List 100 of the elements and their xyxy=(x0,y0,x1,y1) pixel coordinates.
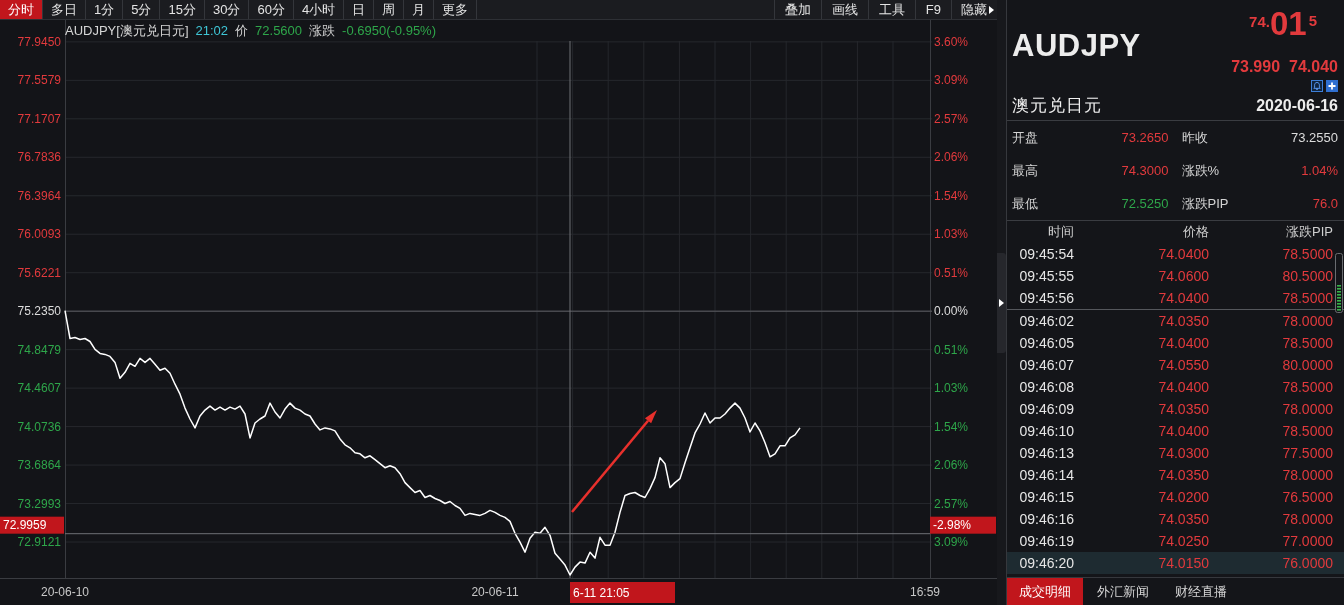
axis-label: 75.6221 xyxy=(17,265,61,280)
stat-value: 76.0 xyxy=(1312,196,1338,211)
column-header: 涨跌PIP xyxy=(1285,223,1333,241)
change-caption: 涨跌 xyxy=(309,22,336,39)
column-header: 价格 xyxy=(1182,223,1209,241)
period-tab[interactable]: 周 xyxy=(374,0,405,19)
stat-label: 最高 xyxy=(1012,161,1038,180)
caret-right-icon xyxy=(999,298,1004,307)
period-tab[interactable]: 日 xyxy=(344,0,375,19)
table-row[interactable]: 09:46:19 74.0250 77.0000 xyxy=(1007,530,1344,552)
axis-label: 75.2350 xyxy=(17,304,61,319)
table-cell-text: 09:46:05 xyxy=(1018,335,1074,351)
crosshair-price-label: 72.9959 xyxy=(0,516,64,534)
quote-date: 2020-06-16 xyxy=(1256,96,1338,115)
tab[interactable]: 财经直播 xyxy=(1163,578,1239,605)
table-cell-text: 09:46:10 xyxy=(1018,423,1074,439)
table-row[interactable]: 09:46:08 74.0400 78.5000 xyxy=(1007,376,1344,398)
stat-value: 72.5250 xyxy=(1121,196,1169,211)
table-cell-text: 09:46:15 xyxy=(1018,489,1074,505)
table-cell-text: 74.0600 xyxy=(1157,268,1209,284)
price-caption: 价 xyxy=(235,22,249,39)
bell-icon[interactable] xyxy=(1311,80,1323,92)
table-row[interactable]: 09:45:55 74.0600 80.5000 xyxy=(1007,265,1344,287)
table-cell-text: 09:45:54 xyxy=(1018,246,1074,262)
crosshair-time-label: 6-11 21:05 xyxy=(570,582,675,603)
panel-toggle-button[interactable] xyxy=(997,252,1006,353)
table-row[interactable]: 09:46:07 74.0550 80.0000 xyxy=(1007,354,1344,376)
ask-price: 74.040 xyxy=(1289,59,1338,75)
axis-label: 72.9121 xyxy=(17,535,61,549)
chart-price: 72.5600 xyxy=(255,22,303,39)
axis-label: 0.00% xyxy=(934,304,969,319)
table-cell-text: 09:46:09 xyxy=(1018,401,1074,417)
table-row[interactable]: 09:45:54 74.0400 78.5000 xyxy=(1007,243,1344,265)
table-row[interactable]: 09:46:16 74.0350 78.0000 xyxy=(1007,508,1344,530)
tab[interactable]: 成交明细 xyxy=(1007,578,1083,605)
axis-label: 1.03% xyxy=(934,227,969,242)
axis-label: 74.4607 xyxy=(17,381,61,396)
table-cell-text: 74.0350 xyxy=(1157,313,1209,329)
table-cell-text: 74.0150 xyxy=(1157,555,1209,571)
period-tab[interactable]: 月 xyxy=(404,0,435,19)
table-row[interactable]: 09:46:13 74.0300 77.5000 xyxy=(1007,442,1344,464)
stat-label: 开盘 xyxy=(1012,128,1038,147)
axis-label: 77.5579 xyxy=(17,73,61,88)
axis-label: 74.0736 xyxy=(17,419,61,434)
stat-label: 涨跌PIP xyxy=(1181,194,1229,213)
table-row[interactable]: 09:46:20 74.0150 76.0000 xyxy=(1007,552,1344,574)
period-tab[interactable]: 更多 xyxy=(434,0,478,19)
tool-button[interactable]: F9 xyxy=(914,0,951,19)
tool-button[interactable]: 叠加 xyxy=(773,0,821,19)
period-tab[interactable]: 1分 xyxy=(86,0,124,19)
axis-label: 76.7836 xyxy=(17,150,61,165)
table-cell-text: 77.0000 xyxy=(1281,533,1333,549)
stat-value: 74.3000 xyxy=(1121,163,1169,178)
table-cell-text: 09:45:55 xyxy=(1018,268,1074,284)
table-cell-text: 80.0000 xyxy=(1281,357,1333,373)
axis-label: 3.60% xyxy=(934,34,969,49)
axis-label: 0.51% xyxy=(934,265,969,280)
axis-label: 3.09% xyxy=(934,535,969,549)
table-row[interactable]: 09:46:05 74.0400 78.5000 xyxy=(1007,332,1344,354)
tool-button[interactable]: 画线 xyxy=(820,0,868,19)
axis-label: 76.3964 xyxy=(17,188,61,203)
period-tab[interactable]: 分时 xyxy=(0,0,43,19)
period-tab[interactable]: 15分 xyxy=(160,0,205,19)
chart-change: -0.6950(-0.95%) xyxy=(342,22,436,39)
axis-label: 3.09% xyxy=(934,73,969,88)
axis-label: 16:59 xyxy=(910,585,940,599)
table-cell-text: 78.5000 xyxy=(1281,379,1333,395)
table-row[interactable]: 09:46:15 74.0200 76.5000 xyxy=(1007,486,1344,508)
table-row[interactable]: 09:46:10 74.0400 78.5000 xyxy=(1007,420,1344,442)
table-cell-text: 74.0550 xyxy=(1157,357,1209,373)
axis-label: 74.8479 xyxy=(17,342,61,357)
stat-value: 73.2650 xyxy=(1121,130,1169,145)
table-cell-text: 74.0400 xyxy=(1157,335,1209,351)
stat-value: 1.04% xyxy=(1301,163,1338,178)
axis-label: 1.54% xyxy=(934,419,969,434)
axis-label: 20-06-10 xyxy=(41,585,89,599)
table-row[interactable]: 09:46:02 74.0350 78.0000 xyxy=(1007,310,1344,332)
table-cell-text: 78.0000 xyxy=(1281,511,1333,527)
plus-icon[interactable] xyxy=(1326,80,1338,92)
table-row[interactable]: 09:46:14 74.0350 78.0000 xyxy=(1007,464,1344,486)
axis-label: 20-06-11 xyxy=(471,585,519,599)
ref-line-label: 72.9959 xyxy=(3,518,47,533)
period-tab[interactable]: 60分 xyxy=(249,0,294,19)
table-cell-text: 09:46:19 xyxy=(1018,533,1074,549)
chart-symbol: AUDJPY[澳元兑日元] xyxy=(65,22,189,39)
table-row[interactable]: 09:46:09 74.0350 78.0000 xyxy=(1007,398,1344,420)
table-cell-text: 74.0300 xyxy=(1157,445,1209,461)
period-tab[interactable]: 5分 xyxy=(123,0,161,19)
table-cell-text: 76.0000 xyxy=(1281,555,1333,571)
table-cell-text: 09:45:56 xyxy=(1018,290,1074,306)
table-cell-text: 09:46:16 xyxy=(1018,511,1074,527)
axis-label: 2.06% xyxy=(934,150,969,165)
period-tab[interactable]: 多日 xyxy=(43,0,86,19)
table-cell-text: 09:46:14 xyxy=(1018,467,1074,483)
tool-button[interactable]: 工具 xyxy=(867,0,915,19)
period-tab[interactable]: 30分 xyxy=(204,0,250,19)
stat-label: 昨收 xyxy=(1181,128,1208,147)
tab[interactable]: 外汇新闻 xyxy=(1085,578,1161,605)
table-cell-text: 74.0250 xyxy=(1157,533,1209,549)
period-tab[interactable]: 4小时 xyxy=(293,0,345,19)
